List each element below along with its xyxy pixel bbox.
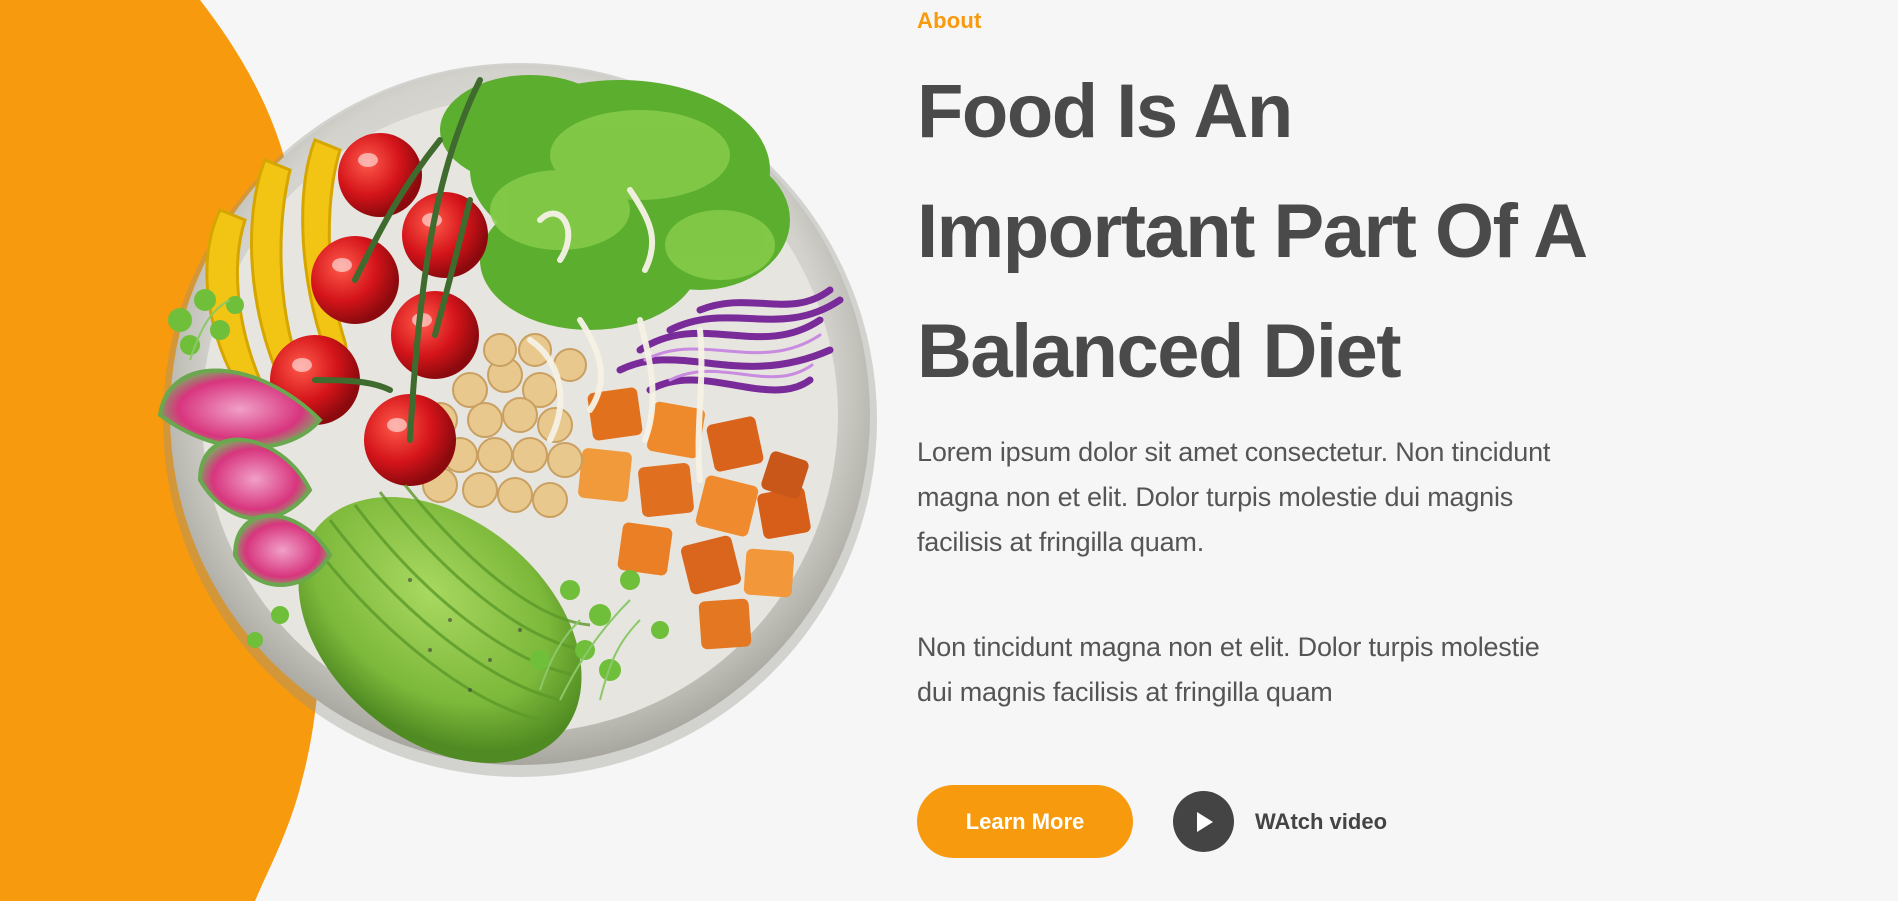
page-title: Food Is An Important Part Of A Balanced … [917,52,1717,412]
intro-paragraph: Lorem ipsum dolor sit amet consectetur. … [917,437,1551,557]
secondary-paragraph: Non tincidunt magna non et elit. Dolor t… [917,632,1540,707]
title-line: Food Is An [917,69,1293,154]
play-triangle-icon [1196,811,1213,832]
title-line: Important Part Of A [917,189,1588,274]
watch-video-button[interactable]: WAtch video [1173,791,1387,852]
section-eyebrow: About [917,8,982,33]
play-icon[interactable] [1173,791,1234,852]
learn-more-button[interactable]: Learn More [917,785,1133,858]
title-line: Balanced Diet [917,309,1402,394]
watch-video-label[interactable]: WAtch video [1255,809,1387,835]
salad-bowl-image [157,63,877,777]
